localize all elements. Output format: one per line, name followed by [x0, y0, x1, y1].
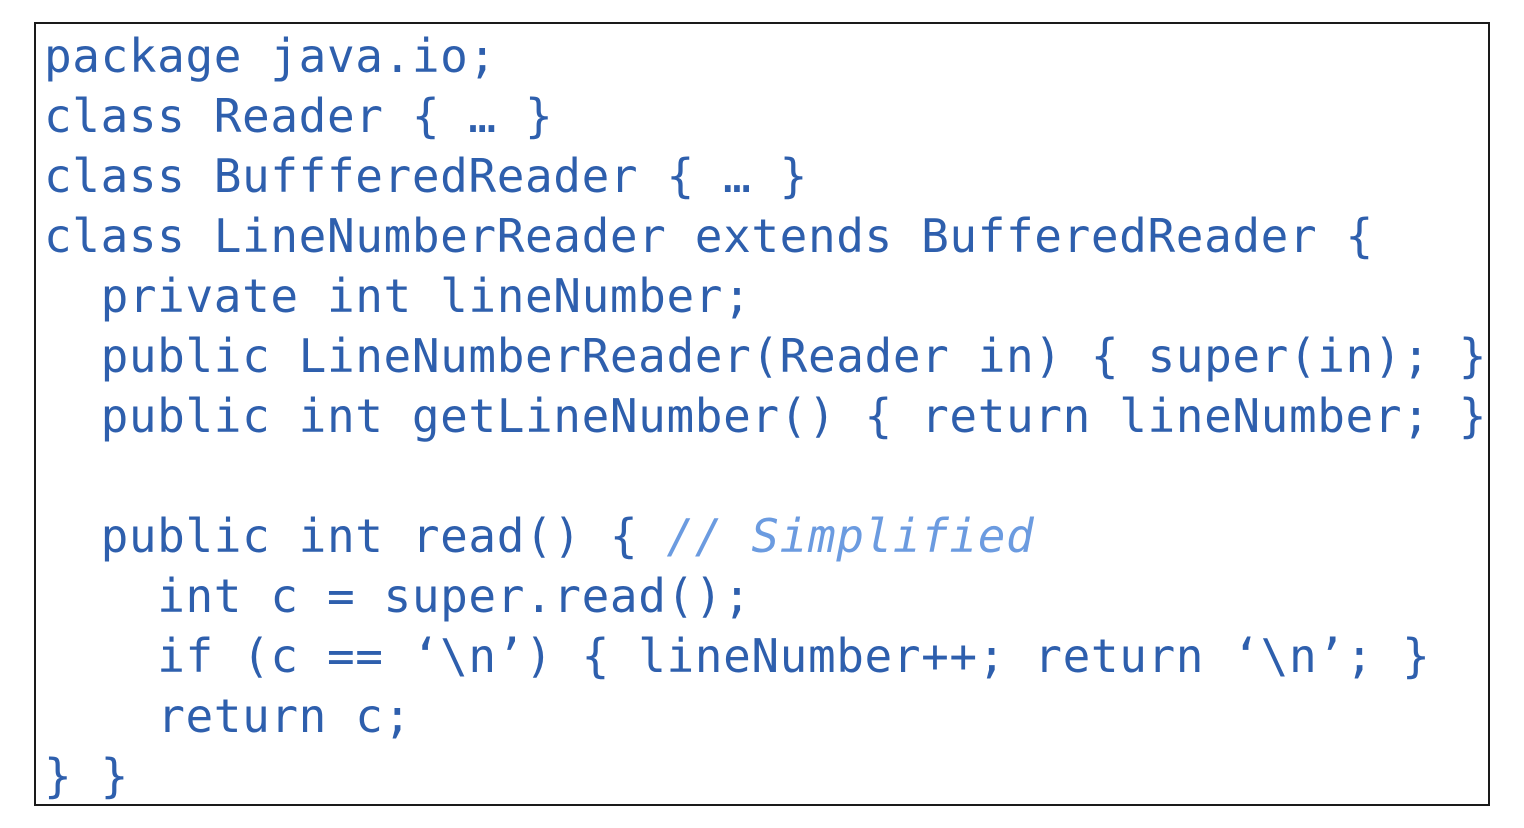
code-text: public LineNumberReader(Reader in) { sup… [100, 329, 1488, 383]
code-text: return c; [157, 689, 412, 743]
code-line-2: class Reader { … } [44, 86, 553, 146]
code-line-10: int c = super.read(); [44, 566, 751, 626]
code-text: public int getLineNumber() { return line… [100, 389, 1488, 443]
code-line-1: package java.io; [44, 26, 497, 86]
code-text: private int lineNumber; [100, 269, 752, 323]
code-text: int c = super.read(); [157, 569, 752, 623]
code-block: package java.io; class Reader { … } clas… [34, 22, 1490, 806]
code-text: class LineNumberReader extends BufferedR… [44, 209, 1374, 263]
code-line-5: private int lineNumber; [44, 266, 751, 326]
code-line-9: public int read() { // Simplified [44, 506, 1034, 566]
code-text: class BuffferedReader { … } [44, 149, 808, 203]
code-line-3: class BuffferedReader { … } [44, 146, 808, 206]
code-line-13: } } [44, 746, 129, 806]
code-line-4: class LineNumberReader extends BufferedR… [44, 206, 1374, 266]
code-line-7: public int getLineNumber() { return line… [44, 386, 1487, 446]
code-line-11: if (c == ‘\n’) { lineNumber++; return ‘\… [44, 626, 1430, 686]
code-line-12: return c; [44, 686, 412, 746]
code-comment: // Simplified [666, 509, 1035, 563]
code-line-6: public LineNumberReader(Reader in) { sup… [44, 326, 1487, 386]
code-text: if (c == ‘\n’) { lineNumber++; return ‘\… [157, 629, 1431, 683]
code-text: public int read() { [100, 509, 667, 563]
code-text: package java.io; [44, 29, 497, 83]
code-text: } } [44, 749, 129, 803]
code-text: class Reader { … } [44, 89, 554, 143]
